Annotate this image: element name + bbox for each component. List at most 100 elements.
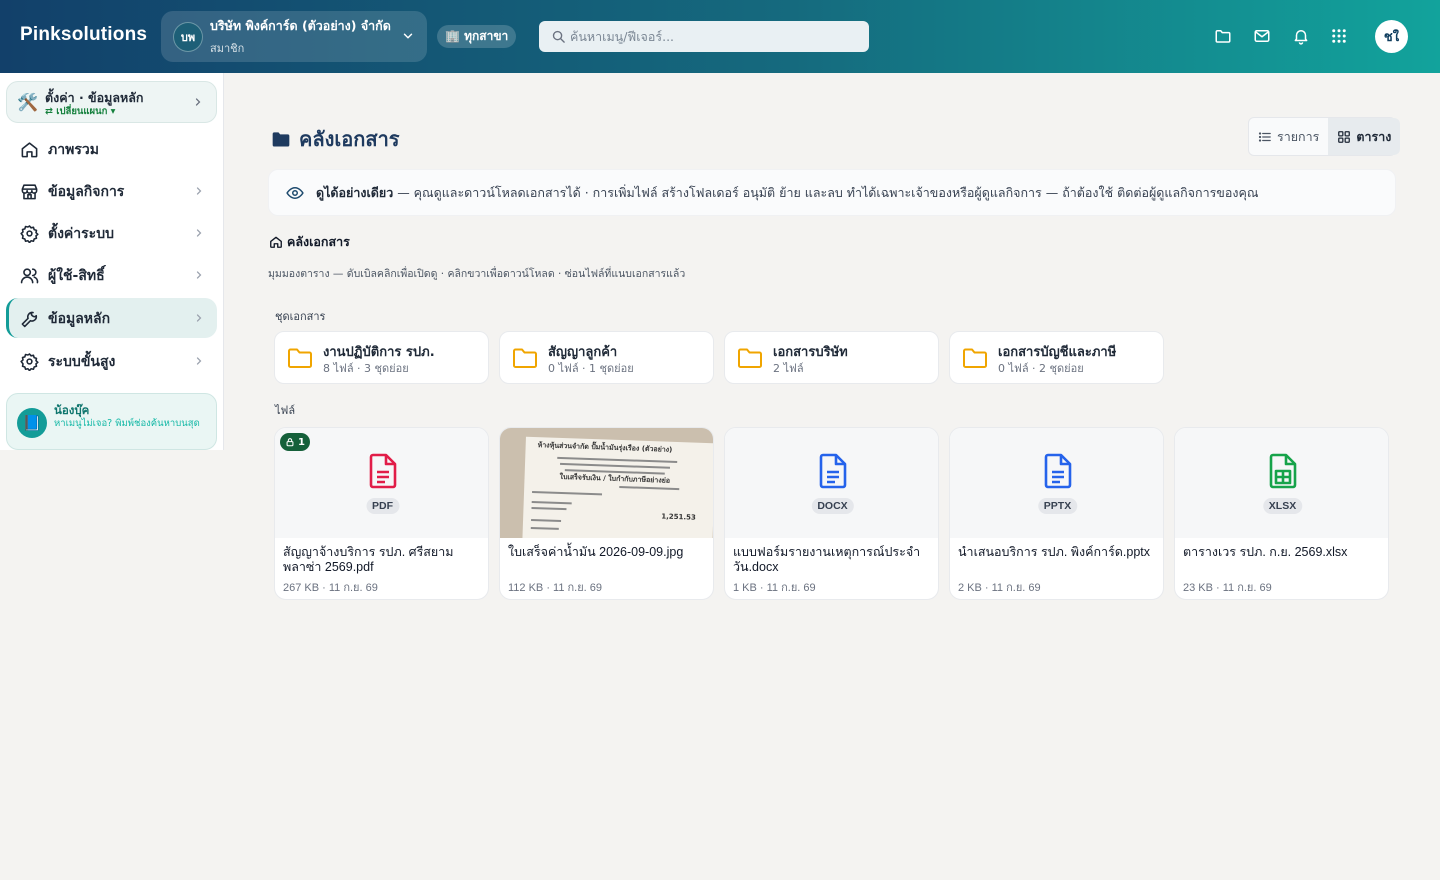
receipt-line (530, 526, 559, 530)
lock-badge: 1 (280, 433, 310, 451)
sidebar-item-business-info[interactable]: ข้อมูลกิจการ (6, 171, 217, 211)
grid-icon (1338, 130, 1351, 143)
receipt-line (531, 500, 572, 505)
tools-icon: 🛠️ (17, 93, 39, 113)
file-card[interactable]: PPTX นำเสนอบริการ รปภ. พิงค์การ์ด.pptx 2… (949, 427, 1164, 600)
view-hint: มุมมองตาราง — ดับเบิลคลิกเพื่อเปิดดู · ค… (268, 268, 686, 280)
file-type-badge: PDF (366, 498, 399, 514)
switch-department-link[interactable]: ⇄ เปลี่ยนแผนก ▾ (45, 104, 115, 119)
company-role: สมาชิก (210, 42, 245, 55)
file-meta: 267 KB · 11 ก.ย. 69 (283, 582, 378, 594)
search-box[interactable] (539, 21, 869, 52)
file-name: ใบเสร็จค่าน้ำมัน 2026-09-09.jpg (508, 545, 684, 559)
assistant-helper[interactable]: 📘 น้องบุ๊ค หาเมนูไม่เจอ? พิมพ์ช่องค้นหาบ… (6, 393, 217, 450)
file-card[interactable]: XLSX ตารางเวร รปภ. ก.ย. 2569.xlsx 23 KB … (1174, 427, 1389, 600)
receipt-line (531, 506, 567, 511)
file-name: สัญญาจ้างบริการ รปภ. ศรีสยาม พลาซ่า 2569… (283, 545, 454, 574)
sidebar-item-master-data[interactable]: ข้อมูลหลัก (6, 298, 217, 338)
sidebar-item-advanced[interactable]: ระบบขั้นสูง (6, 341, 217, 381)
assistant-hint: หาเมนูไม่เจอ? พิมพ์ช่องค้นหาบนสุด (54, 418, 200, 429)
grid-view-label: ตาราง (1356, 128, 1392, 144)
company-badge: บพ (173, 21, 203, 52)
list-view-label: รายการ (1277, 128, 1320, 144)
breadcrumb[interactable]: คลังเอกสาร (269, 232, 350, 252)
sidebar-item-label: ข้อมูลกิจการ (48, 184, 125, 200)
notice-text: ดูได้อย่างเดียว — คุณดูและดาวน์โหลดเอกสา… (316, 183, 1258, 203)
company-switcher[interactable]: บพ บริษัท พิงค์การ์ด (ตัวอย่าง) จำกัด สม… (161, 11, 427, 62)
receipt-photo-thumbnail: ห้างหุ้นส่วนจำกัด ปั๊มน้ำมันรุ่งเรือง (ต… (500, 428, 713, 538)
folder-icon (738, 348, 762, 368)
read-only-notice: ดูได้อย่างเดียว — คุณดูและดาวน์โหลดเอกสา… (268, 169, 1396, 216)
store-icon (21, 184, 38, 200)
folder-meta: 0 ไฟล์ · 2 ชุดย่อย (998, 362, 1084, 375)
lock-count: 1 (298, 436, 305, 448)
branch-selector[interactable]: 🏢 ทุกสาขา (437, 25, 517, 48)
sidebar-item-label: ผู้ใช้-สิทธิ์ (48, 268, 105, 284)
apps-grid-icon[interactable] (1330, 27, 1348, 45)
gear-icon (20, 225, 39, 243)
receipt-line (619, 486, 680, 491)
file-thumbnail: XLSX (1175, 428, 1388, 538)
folder-meta: 2 ไฟล์ (773, 362, 804, 375)
folder-icon (272, 132, 290, 147)
file-card[interactable]: ห้างหุ้นส่วนจำกัด ปั๊มน้ำมันรุ่งเรือง (ต… (499, 427, 714, 600)
file-name: ตารางเวร รปภ. ก.ย. 2569.xlsx (1183, 545, 1348, 559)
lock-icon (286, 438, 294, 447)
file-card[interactable]: PDF 1 สัญญาจ้างบริการ รปภ. ศรีสยาม พลาซ่… (274, 427, 489, 600)
home-icon (21, 142, 38, 158)
receipt-paper: ห้างหุ้นส่วนจำกัด ปั๊มน้ำมันรุ่งเรือง (ต… (522, 436, 713, 538)
user-avatar[interactable]: ชใ (1375, 20, 1408, 53)
department-switcher[interactable]: 🛠️ ตั้งค่า · ข้อมูลหลัก ⇄ เปลี่ยนแผนก ▾ (6, 81, 217, 123)
receipt-line (557, 456, 678, 464)
folder-icon (963, 348, 987, 368)
chevron-right-icon (196, 271, 202, 279)
folder-meta: 0 ไฟล์ · 1 ชุดย่อย (548, 362, 634, 375)
sidebar-item-overview[interactable]: ภาพรวม (6, 129, 217, 169)
chevron-down-icon (403, 33, 413, 39)
folder-card[interactable]: เอกสารบัญชีและภาษี 0 ไฟล์ · 2 ชุดย่อย (949, 331, 1164, 384)
sidebar-item-users-permissions[interactable]: ผู้ใช้-สิทธิ์ (6, 255, 217, 295)
chevron-right-icon (196, 357, 202, 365)
receipt-line (532, 490, 603, 496)
notice-body: — คุณดูและดาวน์โหลดเอกสารได้ · การเพิ่มไ… (393, 184, 1259, 200)
folder-icon (513, 348, 537, 368)
bell-icon[interactable] (1292, 27, 1310, 45)
file-type-badge: PPTX (1037, 498, 1078, 514)
company-name: บริษัท พิงค์การ์ด (ตัวอย่าง) จำกัด (210, 18, 391, 33)
file-thumbnail: DOCX (725, 428, 938, 538)
mail-icon[interactable] (1253, 27, 1271, 45)
notice-bold: ดูได้อย่างเดียว (316, 184, 394, 200)
folder-card[interactable]: สัญญาลูกค้า 0 ไฟล์ · 1 ชุดย่อย (499, 331, 714, 384)
sidebar-item-label: ข้อมูลหลัก (48, 311, 111, 327)
grid-view-button[interactable]: ตาราง (1328, 118, 1401, 155)
chevron-right-icon (196, 314, 202, 322)
chevron-right-icon (196, 187, 202, 195)
eye-icon (286, 186, 304, 199)
list-view-button[interactable]: รายการ (1249, 118, 1328, 155)
search-input[interactable] (570, 29, 850, 44)
brand-logo[interactable]: Pinksolutions (20, 24, 147, 46)
folder-card[interactable]: งานปฏิบัติการ รปภ. 8 ไฟล์ · 3 ชุดย่อย (274, 331, 489, 384)
page-title-text: คลังเอกสาร (299, 127, 400, 151)
wrench-icon (21, 311, 38, 328)
users-icon (20, 268, 39, 284)
xlsx-file-icon (1269, 453, 1297, 489)
docx-file-icon (819, 453, 847, 489)
file-card[interactable]: DOCX แบบฟอร์มรายงานเหตุการณ์ประจำวัน.doc… (724, 427, 939, 600)
receipt-line (531, 518, 562, 522)
file-meta: 2 KB · 11 ก.ย. 69 (958, 582, 1041, 594)
page-title: คลังเอกสาร (271, 123, 400, 155)
folder-icon[interactable] (1214, 27, 1232, 45)
gear-icon (20, 353, 39, 371)
view-toggle: รายการ ตาราง (1248, 117, 1401, 156)
home-icon (270, 236, 282, 248)
pdf-file-icon (369, 453, 397, 489)
file-meta: 1 KB · 11 ก.ย. 69 (733, 582, 816, 594)
receipt-total-text: 1,251.53 (661, 512, 696, 522)
list-icon (1258, 131, 1271, 142)
folder-card[interactable]: เอกสารบริษัท 2 ไฟล์ (724, 331, 939, 384)
sidebar-item-system-settings[interactable]: ตั้งค่าระบบ (6, 213, 217, 253)
folder-icon (288, 348, 312, 368)
chevron-right-icon (195, 98, 201, 106)
search-icon (552, 30, 565, 43)
